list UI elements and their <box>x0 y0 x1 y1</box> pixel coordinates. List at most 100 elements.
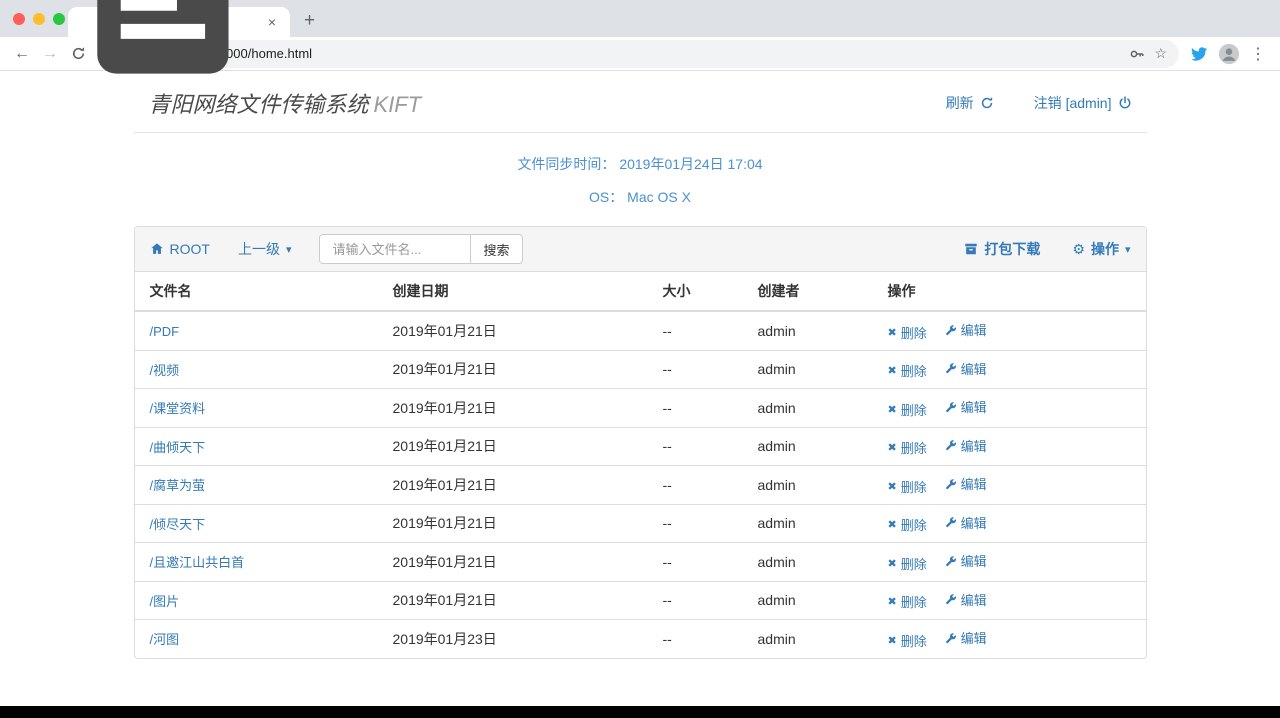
edit-button[interactable]: 编辑 <box>945 628 987 647</box>
desktop-edge <box>0 706 1280 718</box>
address-bar[interactable]: ⓘ 127.0.0.1:9000/home.html ☆ <box>126 39 1179 68</box>
table-row: /图片 2019年01月21日 -- admin ✖ 删除 编辑 <box>134 580 1146 620</box>
actions-dropdown[interactable]: ⚙ 操作 ▾ <box>1072 239 1130 259</box>
delete-icon: ✖ <box>887 596 897 608</box>
browser-actions: ⋮ <box>1185 43 1272 65</box>
search-group: 搜索 <box>319 234 523 264</box>
file-link[interactable]: /倾尽天下 <box>150 517 206 532</box>
wrench-icon <box>945 555 957 567</box>
refresh-icon <box>980 96 994 110</box>
search-button[interactable]: 搜索 <box>470 234 523 264</box>
site-title-suffix: KIFT <box>373 92 422 117</box>
browser-tab[interactable]: KIFT × <box>68 7 290 37</box>
edit-button[interactable]: 编辑 <box>945 513 987 532</box>
forward-icon[interactable]: → <box>36 40 64 68</box>
delete-button[interactable]: ✖ 删除 <box>888 323 927 342</box>
delete-button[interactable]: ✖ 删除 <box>888 477 927 496</box>
delete-icon: ✖ <box>887 519 897 531</box>
logout-button[interactable]: 注销 [admin] <box>1034 93 1132 113</box>
file-creator: admin <box>749 426 880 466</box>
os-value: Mac OS X <box>627 189 691 205</box>
delete-button[interactable]: ✖ 删除 <box>888 515 927 534</box>
delete-button[interactable]: ✖ 删除 <box>888 400 927 419</box>
wrench-icon <box>945 516 957 528</box>
file-creator: admin <box>749 349 880 389</box>
extension-icon[interactable] <box>1191 45 1208 62</box>
up-level-dropdown[interactable]: 上一级 ▾ <box>238 239 292 259</box>
column-header-date: 创建日期 <box>384 272 655 312</box>
file-creator: admin <box>749 465 880 504</box>
wrench-icon <box>945 324 957 336</box>
fullscreen-window-button[interactable] <box>53 13 65 25</box>
wrench-icon <box>945 478 957 490</box>
file-link[interactable]: /曲倾天下 <box>150 440 206 455</box>
file-date: 2019年01月23日 <box>384 619 655 658</box>
file-date: 2019年01月21日 <box>384 388 655 427</box>
edit-button[interactable]: 编辑 <box>945 474 987 493</box>
window-controls <box>13 13 65 25</box>
delete-button[interactable]: ✖ 删除 <box>888 554 927 573</box>
wrench-icon <box>945 362 957 374</box>
file-link[interactable]: /河图 <box>150 632 180 647</box>
home-icon <box>150 242 164 256</box>
file-size: -- <box>654 465 750 504</box>
file-creator: admin <box>749 619 880 658</box>
delete-icon: ✖ <box>887 365 897 377</box>
delete-button[interactable]: ✖ 删除 <box>888 438 927 457</box>
chevron-down-icon: ▾ <box>1124 243 1131 256</box>
file-size: -- <box>654 503 750 543</box>
file-table-body: /PDF 2019年01月21日 -- admin ✖ 删除 编辑 /视频 201… <box>134 310 1146 658</box>
archive-icon <box>964 242 978 256</box>
file-creator: admin <box>749 580 880 620</box>
root-button[interactable]: ROOT <box>150 241 210 257</box>
edit-button[interactable]: 编辑 <box>945 397 987 416</box>
delete-button[interactable]: ✖ 删除 <box>888 631 927 650</box>
package-download-button[interactable]: 打包下载 <box>964 239 1040 259</box>
file-link[interactable]: /PDF <box>150 324 180 339</box>
new-tab-button[interactable]: + <box>304 10 315 32</box>
edit-button[interactable]: 编辑 <box>945 551 987 570</box>
file-link[interactable]: /视频 <box>150 363 180 378</box>
delete-button[interactable]: ✖ 删除 <box>888 361 927 380</box>
close-window-button[interactable] <box>13 13 25 25</box>
file-link[interactable]: /图片 <box>150 594 180 609</box>
edit-button[interactable]: 编辑 <box>945 320 987 339</box>
file-size: -- <box>654 388 750 427</box>
column-header-size: 大小 <box>654 272 750 312</box>
refresh-button[interactable]: 刷新 <box>946 93 994 113</box>
file-link[interactable]: /腐草为萤 <box>150 478 206 493</box>
file-size: -- <box>654 542 750 581</box>
edit-button[interactable]: 编辑 <box>945 359 987 378</box>
profile-avatar[interactable] <box>1218 43 1240 65</box>
column-header-actions: 操作 <box>879 272 1146 312</box>
search-input[interactable] <box>319 234 472 264</box>
table-row: /曲倾天下 2019年01月21日 -- admin ✖ 删除 编辑 <box>134 426 1146 466</box>
delete-icon: ✖ <box>887 480 897 493</box>
file-link[interactable]: /且邀江山共白首 <box>150 555 245 570</box>
column-header-filename: 文件名 <box>134 272 385 312</box>
back-icon[interactable]: ← <box>8 40 36 68</box>
file-date: 2019年01月21日 <box>384 349 655 389</box>
file-toolbar: ROOT 上一级 ▾ 搜索 打包下载 <box>134 227 1146 272</box>
password-key-icon[interactable] <box>1129 46 1145 62</box>
wrench-icon <box>945 632 957 644</box>
table-row: /腐草为萤 2019年01月21日 -- admin ✖ 删除 编辑 <box>134 465 1146 504</box>
table-row: /倾尽天下 2019年01月21日 -- admin ✖ 删除 编辑 <box>134 503 1146 543</box>
file-size: -- <box>654 426 750 466</box>
minimize-window-button[interactable] <box>33 13 45 25</box>
file-creator: admin <box>749 310 880 350</box>
browser-menu-icon[interactable]: ⋮ <box>1250 44 1266 64</box>
file-table: 文件名 创建日期 大小 创建者 操作 /PDF 2019年01月21日 -- a <box>134 272 1146 658</box>
file-link[interactable]: /课堂资料 <box>150 401 206 416</box>
file-size: -- <box>654 349 750 389</box>
file-date: 2019年01月21日 <box>384 542 655 581</box>
edit-button[interactable]: 编辑 <box>945 590 987 609</box>
tab-favicon <box>78 0 248 97</box>
edit-button[interactable]: 编辑 <box>945 436 987 455</box>
wrench-icon <box>945 439 957 451</box>
tab-close-icon[interactable]: × <box>264 13 280 31</box>
table-row: /PDF 2019年01月21日 -- admin ✖ 删除 编辑 <box>134 310 1146 350</box>
file-creator: admin <box>749 503 880 543</box>
delete-button[interactable]: ✖ 删除 <box>888 592 927 611</box>
bookmark-star-icon[interactable]: ☆ <box>1154 45 1167 62</box>
